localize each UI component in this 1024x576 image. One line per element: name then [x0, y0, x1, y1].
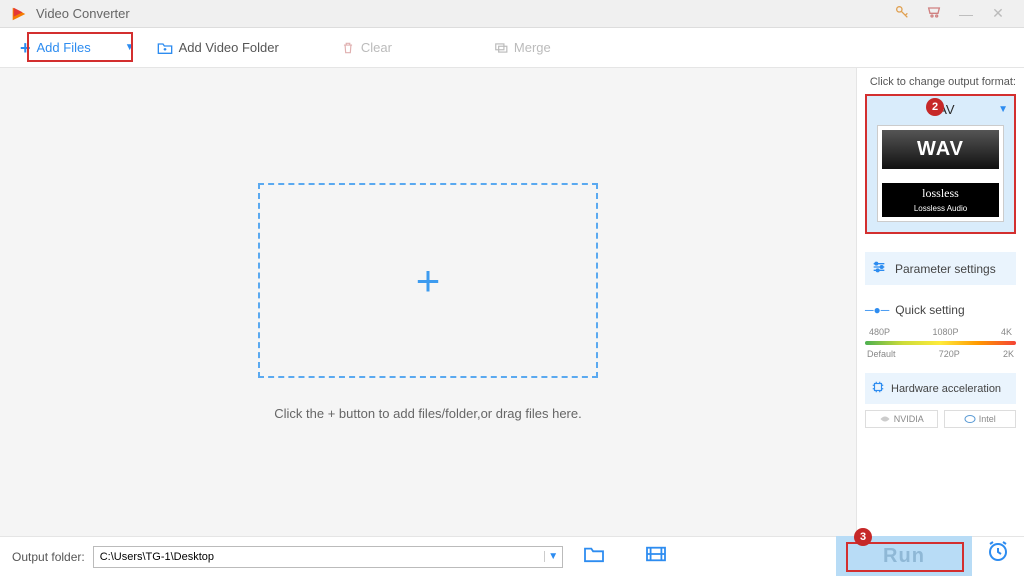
res-labels-top: 480P 1080P 4K [869, 327, 1012, 337]
quick-dot-icon: ─●─ [865, 303, 889, 317]
parameter-settings-button[interactable]: Parameter settings [865, 252, 1016, 285]
merge-icon [494, 41, 508, 55]
format-thumbnail[interactable]: WAV lossless Lossless Audio [877, 125, 1004, 222]
main-area: + Click the + button to add files/folder… [0, 68, 1024, 536]
res-labels-bottom: Default 720P 2K [867, 349, 1014, 359]
dropzone-hint: Click the + button to add files/folder,o… [274, 406, 581, 421]
minimize-button[interactable]: — [950, 6, 982, 22]
output-format-box: WAV ▼ WAV lossless Lossless Audio [865, 94, 1016, 234]
merge-button[interactable]: Merge [478, 34, 567, 61]
folder-plus-icon [157, 41, 173, 55]
dropzone-plus-icon: + [416, 257, 441, 305]
add-folder-label: Add Video Folder [179, 40, 279, 55]
quick-setting-title-row: ─●─ Quick setting [865, 303, 1016, 317]
alarm-icon[interactable] [986, 539, 1010, 568]
output-path-dropdown[interactable]: ▼ [544, 551, 562, 562]
add-files-label: Add Files [37, 40, 91, 55]
toolbar: + Add Files ▼ Add Video Folder Clear Mer… [0, 28, 1024, 68]
format-thumb-sub: Lossless Audio [882, 204, 999, 217]
clear-label: Clear [361, 40, 392, 55]
workspace: + Click the + button to add files/folder… [0, 68, 856, 536]
output-path-field: ▼ [93, 546, 563, 568]
close-button[interactable]: ✕ [982, 5, 1014, 22]
hwaccel-label: Hardware acceleration [891, 383, 1001, 395]
add-folder-button[interactable]: Add Video Folder [141, 34, 295, 61]
quick-setting: ─●─ Quick setting 480P 1080P 4K Default … [865, 303, 1016, 359]
annotation-callout-2: 2 [926, 98, 944, 116]
app-title: Video Converter [36, 6, 886, 21]
output-folder-label: Output folder: [12, 550, 85, 564]
side-panel: Click to change output format: WAV ▼ WAV… [856, 68, 1024, 536]
nvidia-icon [879, 414, 891, 424]
merge-label: Merge [514, 40, 551, 55]
clear-button[interactable]: Clear [325, 34, 408, 61]
output-path-input[interactable] [94, 551, 544, 563]
output-format-hint: Click to change output format: [865, 76, 1016, 88]
format-thumb-title: WAV [882, 130, 999, 169]
titlebar: Video Converter — ✕ [0, 0, 1024, 28]
sliders-icon [871, 260, 887, 277]
open-folder-icon[interactable] [583, 545, 605, 568]
dropzone[interactable]: + [258, 183, 598, 378]
vendor-nvidia[interactable]: NVIDIA [865, 410, 938, 428]
key-icon[interactable] [886, 4, 918, 23]
vendor-row: NVIDIA Intel [865, 410, 1016, 428]
media-folder-icon[interactable] [645, 545, 667, 568]
vendor-intel[interactable]: Intel [944, 410, 1017, 428]
chip-icon [871, 380, 885, 397]
param-label: Parameter settings [895, 262, 996, 276]
app-logo-icon [10, 5, 28, 23]
hardware-accel-button[interactable]: Hardware acceleration [865, 373, 1016, 404]
run-label: Run [883, 545, 925, 568]
quality-slider[interactable] [865, 341, 1016, 345]
annotation-callout-3: 3 [854, 528, 872, 546]
plus-icon: + [20, 39, 31, 57]
chevron-down-icon: ▼ [998, 104, 1008, 115]
add-files-button[interactable]: + Add Files [4, 33, 107, 63]
format-thumb-brand: lossless [882, 183, 999, 204]
add-files-chevron-icon[interactable]: ▼ [125, 42, 135, 53]
trash-icon [341, 41, 355, 55]
cart-icon[interactable] [918, 4, 950, 23]
intel-icon [964, 414, 976, 424]
quick-label: Quick setting [895, 303, 964, 317]
